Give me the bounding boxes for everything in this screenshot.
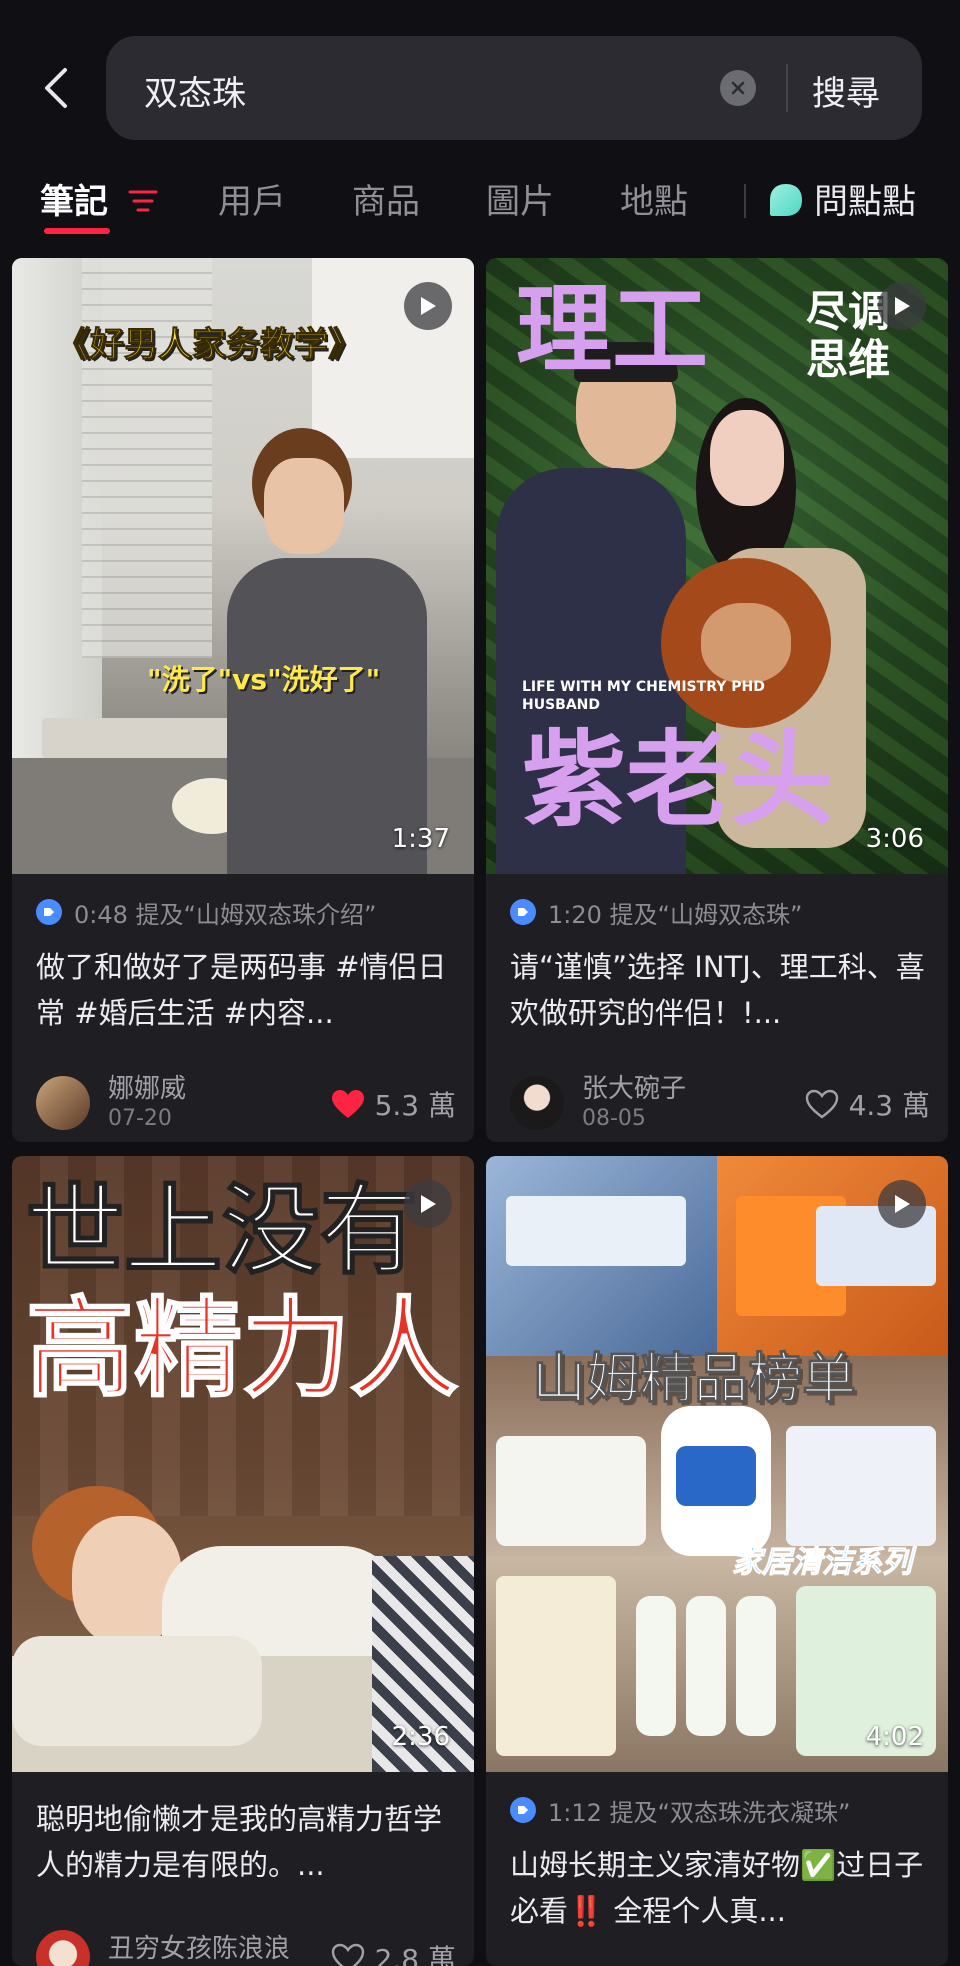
note-card[interactable]: 理工 尽调思维 LIFE WITH MY CHEMISTRY PHD HUSBA… bbox=[486, 258, 948, 1142]
tab-divider bbox=[744, 184, 746, 218]
avatar[interactable] bbox=[36, 1930, 90, 1966]
tab-places[interactable]: 地點 bbox=[620, 174, 688, 223]
tag-icon bbox=[510, 899, 536, 925]
search-input[interactable]: 双态珠 搜尋 bbox=[106, 36, 922, 140]
note-caption: 请“谨慎”选择 INTJ、理工科、喜欢做研究的伴侣！!... bbox=[510, 950, 925, 1030]
thumbnail-subtitle: 家居清洁系列 bbox=[732, 1545, 913, 1580]
mention-tag[interactable]: 1:20 提及“山姆双态珠” bbox=[510, 894, 802, 930]
video-duration: 2:36 bbox=[391, 1722, 450, 1752]
video-thumbnail[interactable]: 世上没有 高精力人 2:36 bbox=[12, 1156, 474, 1772]
tab-images[interactable]: 圖片 bbox=[486, 174, 554, 223]
heart-outline-icon bbox=[805, 1089, 838, 1119]
mention-text: 1:20 提及“山姆双态珠” bbox=[548, 900, 803, 929]
like-count: 2.8 萬 bbox=[374, 1943, 456, 1966]
chevron-left-icon bbox=[45, 68, 67, 108]
play-icon bbox=[878, 1180, 926, 1228]
video-duration: 4:02 bbox=[865, 1722, 924, 1752]
note-card[interactable]: 世上没有 高精力人 2:36 聪明地偷懒才是我的高精力哲学 人的精力是有限的。.… bbox=[12, 1156, 474, 1966]
tag-icon bbox=[510, 1797, 536, 1823]
mention-text: 1:12 提及“双态珠洗衣凝珠” bbox=[548, 1798, 851, 1827]
active-tab-indicator bbox=[44, 228, 110, 234]
thumbnail-headline: 紫老头 bbox=[522, 719, 835, 841]
thumbnail-headline: 高精力人 bbox=[25, 1287, 459, 1412]
close-icon bbox=[731, 81, 745, 95]
note-card[interactable]: 山姆精品榜单 家居清洁系列 4:02 1:12 提及“双态珠洗衣凝珠” 山姆长期… bbox=[486, 1156, 948, 1966]
search-button[interactable]: 搜尋 bbox=[812, 66, 880, 115]
like-button[interactable]: 4.3 萬 bbox=[805, 1084, 930, 1124]
thumbnail-title: 山姆精品榜单 bbox=[532, 1347, 857, 1410]
top-bar: 双态珠 搜尋 bbox=[0, 0, 960, 170]
mention-text: 0:48 提及“山姆双态珠介绍” bbox=[74, 900, 377, 929]
video-thumbnail[interactable]: 理工 尽调思维 LIFE WITH MY CHEMISTRY PHD HUSBA… bbox=[486, 258, 948, 874]
note-author: 张大碗子 08-05 4.3 萬 bbox=[510, 1068, 930, 1131]
clear-search-button[interactable] bbox=[720, 70, 756, 106]
tab-notes[interactable]: 筆記 bbox=[40, 174, 108, 223]
play-icon bbox=[404, 1180, 452, 1228]
play-icon bbox=[878, 282, 926, 330]
tab-products[interactable]: 商品 bbox=[352, 174, 420, 223]
mention-tag[interactable]: 0:48 提及“山姆双态珠介绍” bbox=[36, 894, 376, 930]
filter-icon[interactable] bbox=[128, 188, 158, 214]
ask-ai-label[interactable]: 問點點 bbox=[814, 174, 916, 223]
tag-icon bbox=[36, 899, 62, 925]
video-thumbnail[interactable]: 《好男人家务教学》 "洗了"vs"洗好了" 1:37 bbox=[12, 258, 474, 874]
ask-ai-icon[interactable] bbox=[768, 182, 804, 218]
note-author: 娜娜威 07-20 5.3 萬 bbox=[36, 1068, 456, 1131]
author-name[interactable]: 张大碗子 bbox=[582, 1068, 686, 1105]
avatar[interactable] bbox=[36, 1076, 90, 1130]
video-duration: 1:37 bbox=[391, 824, 450, 854]
video-thumbnail[interactable]: 山姆精品榜单 家居清洁系列 4:02 bbox=[486, 1156, 948, 1772]
note-caption: 做了和做好了是两码事 #情侣日常 #婚后生活 #内容... bbox=[36, 950, 447, 1030]
play-icon bbox=[404, 282, 452, 330]
heart-filled-icon bbox=[331, 1090, 364, 1118]
post-date: 08-05 bbox=[582, 1106, 646, 1131]
note-caption: 聪明地偷懒才是我的高精力哲学 人的精力是有限的。... bbox=[36, 1802, 443, 1882]
thumbnail-subtitle: LIFE WITH MY CHEMISTRY PHD HUSBAND bbox=[522, 679, 765, 713]
tab-users[interactable]: 用戶 bbox=[218, 174, 286, 223]
like-button[interactable]: 5.3 萬 bbox=[331, 1084, 456, 1124]
search-query[interactable]: 双态珠 bbox=[144, 66, 246, 115]
like-count: 4.3 萬 bbox=[848, 1089, 930, 1122]
heart-outline-icon bbox=[331, 1943, 364, 1966]
post-date: 07-20 bbox=[108, 1106, 172, 1131]
thumbnail-subtitle: "洗了"vs"洗好了" bbox=[147, 663, 381, 696]
like-count: 5.3 萬 bbox=[374, 1089, 456, 1122]
thumbnail-title: 理工 bbox=[516, 274, 708, 386]
like-button[interactable]: 2.8 萬 bbox=[331, 1938, 456, 1966]
search-divider bbox=[786, 64, 788, 112]
note-caption: 山姆长期主义家清好物✅过日子必看‼️ 全程个人真... bbox=[510, 1848, 924, 1928]
thumbnail-title: 世上没有 bbox=[25, 1174, 419, 1288]
author-name[interactable]: 丑穷女孩陈浪浪 bbox=[108, 1928, 290, 1965]
back-button[interactable] bbox=[30, 58, 82, 118]
note-author: 丑穷女孩陈浪浪 2.8 萬 bbox=[36, 1922, 456, 1966]
note-card[interactable]: 《好男人家务教学》 "洗了"vs"洗好了" 1:37 0:48 提及“山姆双态珠… bbox=[12, 258, 474, 1142]
result-tabs: 筆記 用戶 商品 圖片 地點 問點點 bbox=[0, 170, 960, 246]
video-duration: 3:06 bbox=[865, 824, 924, 854]
author-name[interactable]: 娜娜威 bbox=[108, 1068, 186, 1105]
mention-tag[interactable]: 1:12 提及“双态珠洗衣凝珠” bbox=[510, 1792, 850, 1828]
avatar[interactable] bbox=[510, 1076, 564, 1130]
thumbnail-title: 《好男人家务教学》 bbox=[56, 325, 363, 365]
